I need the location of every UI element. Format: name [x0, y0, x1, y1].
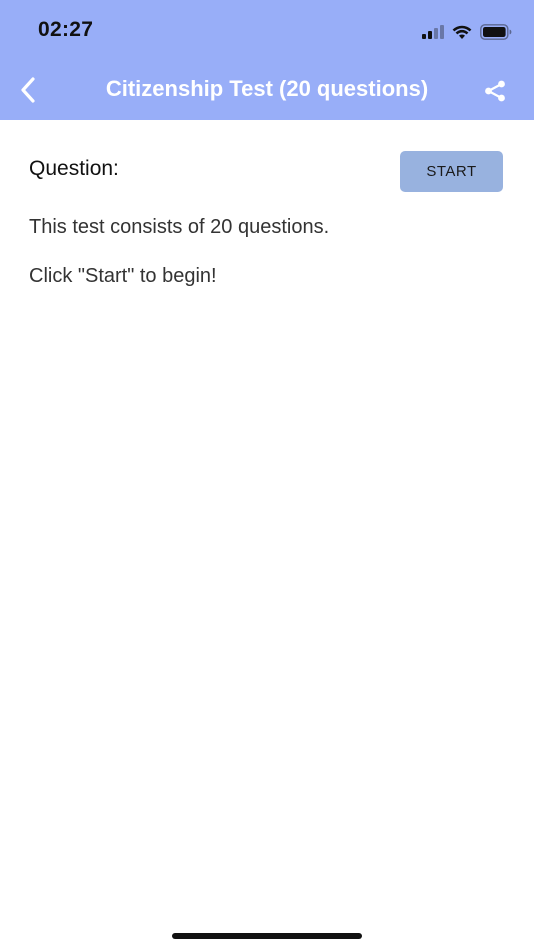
- test-info-text: This test consists of 20 questions.: [29, 216, 330, 238]
- status-time: 02:27: [38, 18, 94, 41]
- battery-icon: [480, 24, 512, 40]
- start-instruction-text: Click "Start" to begin!: [29, 265, 217, 287]
- wifi-icon: [452, 25, 472, 39]
- home-indicator[interactable]: [172, 933, 362, 939]
- chevron-left-icon: [21, 77, 35, 103]
- top-bar: 02:27 Citizenship Test (20 questions): [0, 0, 534, 120]
- share-icon: [485, 80, 505, 102]
- page-title: Citizenship Test (20 questions): [105, 76, 429, 101]
- back-button[interactable]: [10, 72, 46, 108]
- cellular-signal-icon: [422, 25, 444, 39]
- share-button[interactable]: [478, 74, 512, 108]
- status-icons: [422, 22, 512, 42]
- start-button[interactable]: START: [400, 151, 503, 192]
- question-label: Question:: [29, 157, 119, 180]
